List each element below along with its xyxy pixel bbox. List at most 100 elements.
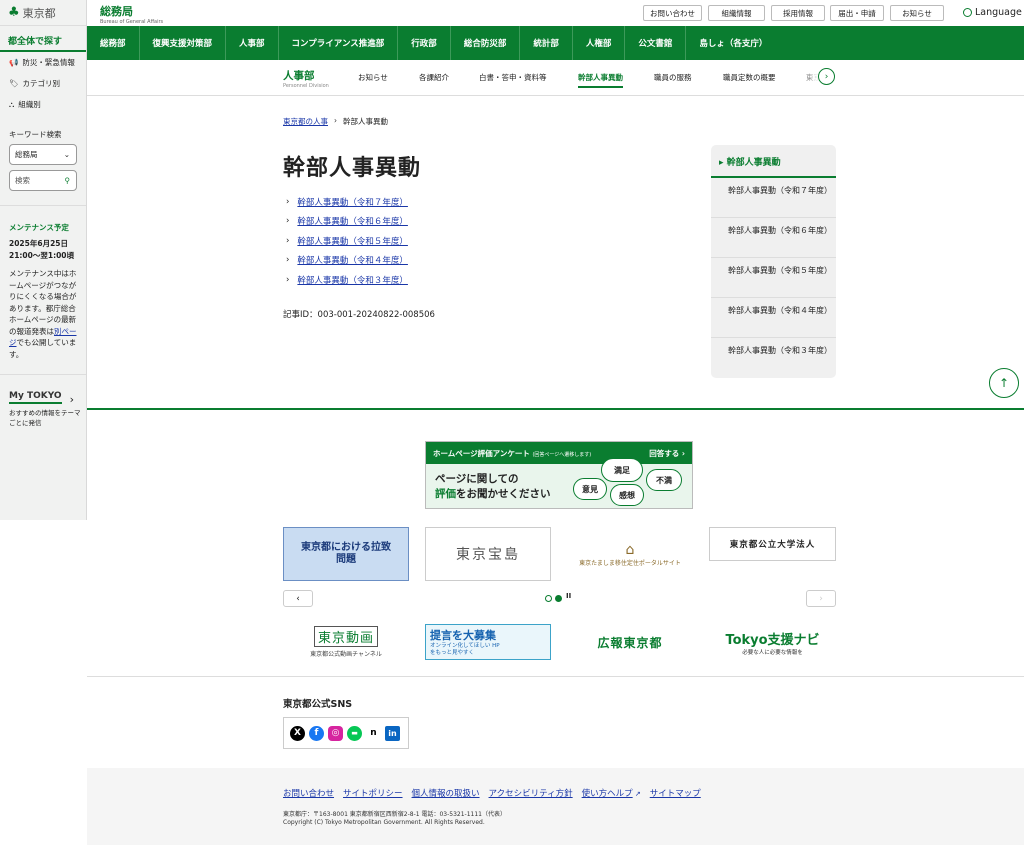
language-button[interactable]: Language [963, 7, 1022, 18]
search-input[interactable]: 検索 ⚲ [9, 170, 77, 191]
banner-tamashima[interactable]: ⌂ 東京たましま移住定住ポータルサイト [567, 527, 693, 581]
banner-tokyo-video[interactable]: 東京動画 東京都公式動画チャンネル [283, 624, 409, 660]
local-nav-item[interactable]: 幹部人事異動（令和４年度） [711, 298, 836, 338]
banner-treasure-island[interactable]: 東京宝島 [425, 527, 551, 581]
list-item: › 幹部人事異動（令和５年度） [286, 231, 408, 251]
recruitment-button[interactable]: 採用情報 [771, 5, 825, 21]
local-nav-item[interactable]: 幹部人事異動（令和３年度） [711, 338, 836, 378]
site-title[interactable]: 総務局 Bureau of General Affairs [100, 3, 163, 25]
banner-proposal[interactable]: 提言を大募集 オンライン化してほしい HPをもっと見やすく [425, 624, 551, 660]
gnav-personnel[interactable]: 人事部 [226, 26, 279, 60]
banner-abduction[interactable]: 東京都における拉致問題 [283, 527, 409, 581]
breadcrumb-parent[interactable]: 東京都の人事 [283, 116, 328, 127]
subnav-service[interactable]: 職員の服務 [654, 72, 692, 83]
local-nav-item[interactable]: 幹部人事異動（令和７年度） [711, 178, 836, 218]
linkedin-icon[interactable]: in [385, 725, 400, 741]
organization-button[interactable]: 組織情報 [708, 5, 765, 21]
note-icon[interactable]: n [366, 725, 381, 741]
survey-banner[interactable]: ホームページ評価アンケート (回答ページへ遷移します) 回答する › ページに関… [425, 441, 693, 509]
chevron-left-icon: ‹ [296, 593, 300, 604]
subnav-sections[interactable]: 各課紹介 [419, 72, 449, 83]
line-icon[interactable]: ▬ [347, 725, 362, 741]
sidebar-item-category[interactable]: 🏷 カテゴリ別 [0, 73, 86, 94]
dept-title[interactable]: 人事部 Personnel Division [283, 68, 329, 89]
gnav-statistics[interactable]: 統計部 [520, 26, 573, 60]
footer-address: 東京都庁：〒163-8001 東京都新宿区西新宿2-8-1 電話：03-5321… [283, 811, 506, 818]
article-link[interactable]: 幹部人事異動（令和６年度） [297, 215, 408, 227]
carousel-dot-1[interactable] [545, 595, 552, 602]
logo-text: 東京都 [22, 6, 56, 20]
gnav-archives[interactable]: 公文書館 [625, 26, 687, 60]
footer-accessibility[interactable]: アクセシビリティ方針 [489, 787, 573, 799]
applications-button[interactable]: 届出・申請 [830, 5, 884, 21]
footer-site-policy[interactable]: サイトポリシー [343, 787, 403, 799]
gnav-administration[interactable]: 行政部 [398, 26, 451, 60]
header: 総務局 Bureau of General Affairs お問い合わせ 組織情… [87, 0, 1024, 26]
carousel-dot-2[interactable] [555, 595, 562, 602]
explore-all-heading: 都全体で探す [0, 26, 86, 52]
gnav-human-rights[interactable]: 人権部 [573, 26, 626, 60]
bubble-impression: 感想 [610, 484, 644, 506]
mytokyo-logo: My TOKYO [9, 391, 62, 404]
local-nav-item[interactable]: 幹部人事異動（令和５年度） [711, 258, 836, 298]
banner-treasure-island-text: 東京宝島 [456, 547, 520, 563]
sidebar-item-disaster[interactable]: 📢 防災・緊急情報 [0, 52, 86, 73]
article-list: › 幹部人事異動（令和７年度） › 幹部人事異動（令和６年度） › 幹部人事異動（令和… [286, 192, 408, 290]
subnav-fade [799, 64, 819, 89]
footer-contact[interactable]: お問い合わせ [283, 787, 334, 799]
subnav-news[interactable]: お知らせ [358, 72, 388, 83]
list-item: › 幹部人事異動（令和３年度） [286, 270, 408, 290]
gnav-islands[interactable]: 島しょ（各支庁） [686, 26, 780, 60]
gnav-compliance[interactable]: コンプライアンス推進部 [279, 26, 399, 60]
banner-support-navi[interactable]: Tokyo支援ナビ 必要な人に必要な情報を [709, 624, 836, 660]
banner-tokyo-video-sub: 東京都公式動画チャンネル [310, 651, 382, 658]
local-nav-title[interactable]: ▸ 幹部人事異動 [711, 145, 836, 178]
footer-privacy[interactable]: 個人情報の取扱い [412, 787, 480, 799]
pause-icon[interactable]: II [566, 592, 571, 600]
mytokyo-link[interactable]: My TOKYO おすすめの情報をテーマごとに発信 › [0, 374, 86, 428]
local-nav-item[interactable]: 幹部人事異動（令和６年度） [711, 218, 836, 258]
section-divider [87, 676, 1024, 677]
breadcrumb: 東京都の人事 › 幹部人事異動 [283, 116, 388, 127]
banner-koho-tokyo-text: 広報東京都 [597, 635, 663, 650]
carousel-prev-button[interactable]: ‹ [283, 590, 313, 607]
x-icon[interactable]: X [290, 725, 305, 741]
footer-help[interactable]: 使い方ヘルプ [582, 789, 633, 799]
bureau-select-value: 総務局 [15, 150, 38, 159]
footer-links: お問い合わせ サイトポリシー 個人情報の取扱い アクセシビリティ方針 使い方ヘル… [283, 787, 701, 799]
banner-abduction-text: 東京都における拉致問題 [301, 542, 391, 565]
article-link[interactable]: 幹部人事異動（令和７年度） [297, 196, 408, 208]
chevron-right-icon[interactable]: › [818, 68, 835, 85]
keyword-search-label: キーワード検索 [9, 130, 62, 139]
carousel-next-button[interactable]: › [806, 590, 836, 607]
bureau-select[interactable]: 総務局 ⌄ [9, 144, 77, 165]
gnav-disaster[interactable]: 総合防災部 [451, 26, 521, 60]
gnav-general-affairs[interactable]: 総務部 [87, 26, 140, 60]
article-id: 記事ID：003-001-20240822-008506 [283, 310, 435, 320]
subnav-executive-transfers[interactable]: 幹部人事異動 [578, 72, 623, 88]
chevron-down-icon: ⌄ [63, 150, 70, 159]
news-button[interactable]: お知らせ [890, 5, 944, 21]
facebook-icon[interactable]: f [309, 725, 324, 741]
survey-body: ページに関しての 評価をお聞かせください 満足 意見 感想 不満 [426, 458, 692, 508]
instagram-icon[interactable]: ◎ [328, 725, 343, 741]
gnav-reconstruction[interactable]: 復興支援対策部 [140, 26, 227, 60]
article-link[interactable]: 幹部人事異動（令和４年度） [297, 254, 408, 266]
banner-tamashima-text: 東京たましま移住定住ポータルサイト [579, 559, 681, 567]
page-title: 幹部人事異動 [283, 156, 422, 181]
footer-sitemap[interactable]: サイトマップ [650, 787, 701, 799]
tokyo-logo[interactable]: ♣ 東京都 [0, 0, 86, 26]
banner-proposal-title: 提言を大募集 [430, 629, 496, 642]
subnav-staff-quota[interactable]: 職員定数の概要 [723, 72, 776, 83]
search-icon[interactable]: ⚲ [65, 176, 71, 185]
sidebar-item-organization[interactable]: ⛬ 組織別 [0, 94, 86, 115]
sns-links: X f ◎ ▬ n in [283, 717, 409, 749]
subnav-reports[interactable]: 白書・答申・資料等 [479, 72, 547, 83]
banner-koho-tokyo[interactable]: 広報東京都 [567, 624, 693, 660]
article-link[interactable]: 幹部人事異動（令和５年度） [297, 235, 408, 247]
article-link[interactable]: 幹部人事異動（令和３年度） [297, 274, 408, 286]
sidebar-item-label: カテゴリ別 [22, 79, 61, 88]
banner-university[interactable]: 東京都公立大学法人 [709, 527, 836, 561]
back-to-top-button[interactable]: ↑ [989, 368, 1019, 398]
contact-button[interactable]: お問い合わせ [643, 5, 702, 21]
